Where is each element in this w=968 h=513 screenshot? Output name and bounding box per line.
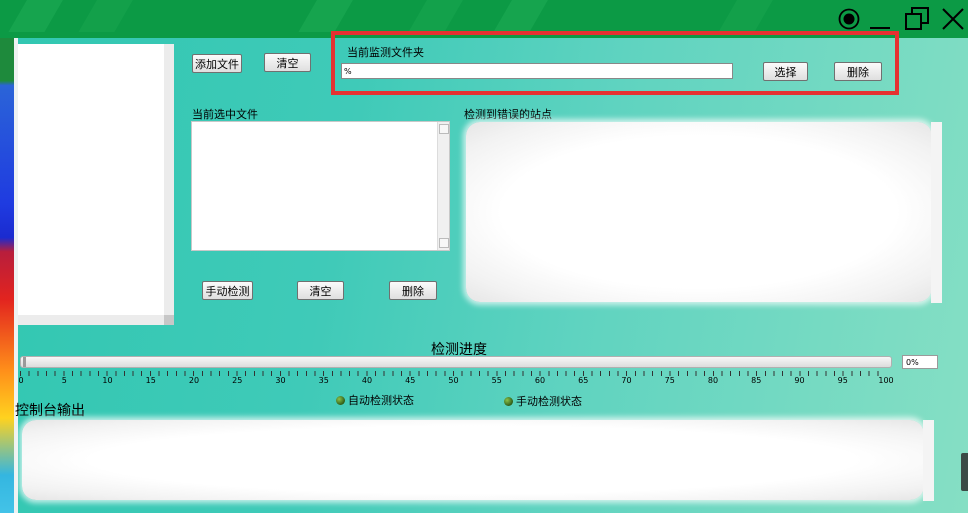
tick-label: 70 <box>621 376 632 385</box>
file-list[interactable] <box>18 44 174 325</box>
decoration <box>78 0 138 32</box>
scroll-up-icon[interactable] <box>439 124 449 134</box>
minimize-icon[interactable] <box>865 6 895 32</box>
restore-icon[interactable] <box>902 6 932 32</box>
console-scrollbar[interactable] <box>923 420 934 501</box>
close-icon[interactable] <box>938 6 968 32</box>
highlight-box <box>331 31 899 95</box>
manual-status-label: 手动检测状态 <box>516 395 582 408</box>
record-icon[interactable] <box>834 6 864 32</box>
decoration <box>718 0 778 32</box>
decoration <box>8 0 68 32</box>
selected-files-box[interactable] <box>191 121 450 251</box>
color-strip <box>0 38 14 513</box>
tick-label: 90 <box>794 376 805 385</box>
tick-label: 20 <box>188 376 200 385</box>
status-led-icon <box>504 397 513 406</box>
delete-selected-button[interactable]: 删除 <box>389 281 437 300</box>
tick-label: 15 <box>145 376 156 385</box>
console-label: 控制台输出 <box>15 403 85 419</box>
error-stations-scrollbar[interactable] <box>931 122 942 303</box>
tick-label: 95 <box>837 376 848 385</box>
auto-status-label: 自动检测状态 <box>348 394 414 407</box>
clear-button[interactable]: 清空 <box>264 53 311 72</box>
manual-status: 手动检测状态 <box>504 393 582 409</box>
scroll-down-icon[interactable] <box>439 238 449 248</box>
clear-selected-button[interactable]: 清空 <box>297 281 344 300</box>
file-list-hscrollbar[interactable] <box>18 315 174 325</box>
tick-label: 5 <box>61 376 67 385</box>
file-list-scrollbar[interactable] <box>164 44 174 325</box>
side-handle[interactable] <box>961 453 968 491</box>
tick-label: 40 <box>361 376 373 385</box>
auto-status: 自动检测状态 <box>336 392 414 408</box>
tick-label: 0 <box>18 376 24 385</box>
add-file-button[interactable]: 添加文件 <box>192 54 242 73</box>
console-output[interactable] <box>22 420 924 500</box>
selected-files-scrollbar[interactable] <box>437 122 449 250</box>
manual-check-button[interactable]: 手动检测 <box>202 281 253 300</box>
tick-label: 85 <box>751 376 762 385</box>
tick-label: 25 <box>232 376 243 385</box>
progress-percent: 0% <box>902 355 938 369</box>
tick-label: 30 <box>275 376 286 385</box>
tick-label: 60 <box>534 376 546 385</box>
selected-files-label: 当前选中文件 <box>192 108 258 121</box>
tick-label: 100 <box>878 376 894 385</box>
tick-label: 55 <box>491 376 502 385</box>
tick-label: 65 <box>578 376 589 385</box>
error-stations-box[interactable] <box>466 122 932 302</box>
tick-label: 75 <box>664 376 675 385</box>
tick-label: 35 <box>318 376 329 385</box>
decoration <box>493 0 553 32</box>
tick-label: 10 <box>102 376 113 385</box>
progress-bar <box>20 356 892 368</box>
tick-label: 80 <box>707 376 719 385</box>
tick-label: 50 <box>448 376 459 385</box>
decoration <box>408 0 468 32</box>
progress-handle[interactable] <box>23 357 26 367</box>
scroll-corner <box>164 315 174 325</box>
decoration <box>298 0 358 32</box>
status-led-icon <box>336 396 345 405</box>
tick-label: 45 <box>405 376 416 385</box>
error-stations-label: 检测到错误的站点 <box>464 108 552 121</box>
